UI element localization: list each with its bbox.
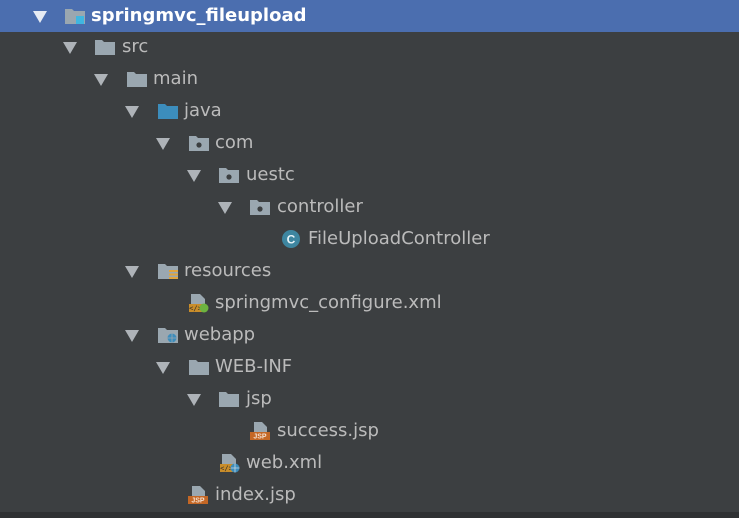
tree-label: controller: [277, 196, 363, 217]
tree-label: jsp: [246, 388, 272, 409]
partial-next-row: [0, 512, 739, 518]
expand-arrow-icon[interactable]: [218, 202, 232, 214]
svg-text:JSP: JSP: [191, 498, 205, 505]
tree-row-success-jsp[interactable]: JSP success.jsp: [0, 415, 739, 447]
expand-arrow-icon[interactable]: [125, 106, 139, 118]
spring-xml-icon: </>: [187, 293, 209, 313]
tree-label: webapp: [184, 324, 256, 345]
expand-arrow-icon[interactable]: [94, 74, 108, 86]
tree-label: index.jsp: [215, 484, 296, 505]
tree-row-resources[interactable]: resources: [0, 255, 739, 287]
tree-label: main: [153, 68, 198, 89]
expand-arrow-icon[interactable]: [33, 11, 47, 23]
svg-text:C: C: [287, 233, 296, 247]
tree-row-webapp[interactable]: webapp: [0, 319, 739, 351]
tree-label: success.jsp: [277, 420, 379, 441]
java-class-icon: C: [280, 229, 302, 249]
folder-icon: [126, 69, 148, 89]
tree-row-web-inf[interactable]: WEB-INF: [0, 351, 739, 383]
tree-row-project[interactable]: springmvc_fileupload: [0, 0, 739, 32]
expand-arrow-icon[interactable]: [187, 394, 201, 406]
tree-label: src: [122, 36, 149, 57]
svg-text:JSP: JSP: [253, 434, 267, 441]
expand-arrow-icon[interactable]: [63, 42, 77, 54]
tree-row-web-xml[interactable]: </> web.xml: [0, 447, 739, 479]
tree-label: FileUploadController: [308, 228, 490, 249]
tree-row-main[interactable]: main: [0, 63, 739, 95]
expand-arrow-icon[interactable]: [125, 330, 139, 342]
tree-row-jsp-folder[interactable]: jsp: [0, 383, 739, 415]
tree-row-controller[interactable]: controller: [0, 191, 739, 223]
tree-label: web.xml: [246, 452, 323, 473]
folder-icon: [188, 357, 210, 377]
jsp-file-icon: JSP: [187, 485, 209, 505]
tree-label: springmvc_configure.xml: [215, 292, 442, 313]
tree-row-src[interactable]: src: [0, 31, 739, 63]
package-icon: [218, 165, 240, 185]
web-xml-icon: </>: [218, 453, 240, 473]
jsp-file-icon: JSP: [249, 421, 271, 441]
tree-row-com[interactable]: com: [0, 127, 739, 159]
package-icon: [188, 133, 210, 153]
tree-row-uestc[interactable]: uestc: [0, 159, 739, 191]
tree-label: springmvc_fileupload: [91, 5, 307, 26]
tree-row-index-jsp[interactable]: JSP index.jsp: [0, 479, 739, 511]
expand-arrow-icon[interactable]: [156, 138, 170, 150]
module-folder-icon: [64, 6, 86, 26]
tree-row-springmvc-configure-xml[interactable]: </> springmvc_configure.xml: [0, 287, 739, 319]
tree-label: uestc: [246, 164, 295, 185]
package-icon: [249, 197, 271, 217]
resources-folder-icon: [157, 261, 179, 281]
folder-icon: [94, 37, 116, 57]
expand-arrow-icon[interactable]: [156, 362, 170, 374]
web-folder-icon: [157, 325, 179, 345]
project-tree[interactable]: springmvc_fileupload src main java com u…: [0, 0, 739, 518]
tree-label: com: [215, 132, 254, 153]
tree-label: WEB-INF: [215, 356, 293, 377]
tree-row-java[interactable]: java: [0, 95, 739, 127]
expand-arrow-icon[interactable]: [187, 170, 201, 182]
tree-label: resources: [184, 260, 272, 281]
source-folder-icon: [157, 101, 179, 121]
tree-row-fileuploadcontroller[interactable]: C FileUploadController: [0, 223, 739, 255]
tree-label: java: [184, 100, 222, 121]
folder-icon: [218, 389, 240, 409]
expand-arrow-icon[interactable]: [125, 266, 139, 278]
